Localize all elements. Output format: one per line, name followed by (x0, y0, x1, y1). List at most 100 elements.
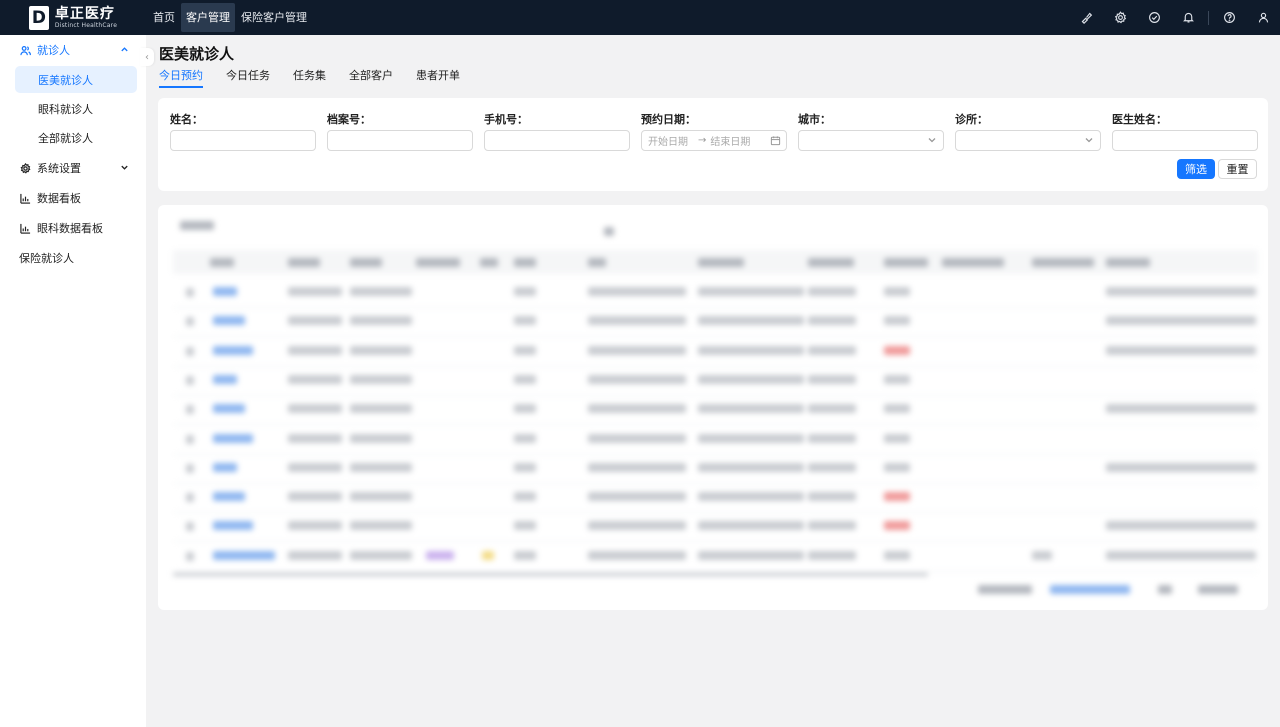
end-date-placeholder[interactable]: 结束日期 (710, 133, 750, 148)
doctor-name-input[interactable] (1112, 130, 1258, 151)
sidebar-item-label: 眼科数据看板 (37, 222, 103, 235)
filter-date: 预约日期： 开始日期 → 结束日期 (641, 111, 787, 151)
blurred-cell (808, 316, 856, 326)
filter-name-label: 姓名： (170, 113, 203, 126)
settings-icon[interactable] (1103, 0, 1137, 35)
blurred-header-cell (288, 258, 320, 267)
sidebar-collapse-button[interactable]: ‹ (140, 48, 154, 66)
blurred-patient-link (213, 374, 237, 384)
check-circle-icon[interactable] (1137, 0, 1171, 35)
top-nav: 首页 客户管理 保险客户管理 (148, 0, 313, 35)
blurred-patient-link (213, 492, 245, 502)
top-icon-bar (1069, 0, 1280, 35)
blurred-cell (698, 433, 804, 443)
blurred-cell (808, 550, 856, 560)
city-select[interactable] (798, 130, 944, 151)
tab-today-appointments[interactable]: 今日预约 (159, 67, 203, 88)
filter-date-label: 预约日期： (641, 113, 696, 126)
blurred-header-cell (514, 258, 536, 267)
tab-patient-orders[interactable]: 患者开单 (416, 67, 460, 85)
sidebar: 就诊人 医美就诊人 眼科就诊人 全部就诊人 系统设置 数据看板 眼科数据看板 保… (0, 35, 146, 727)
blurred-toolbar (604, 227, 614, 236)
sidebar-item-ophthalmology-dashboard[interactable]: 眼科数据看板 (0, 213, 146, 243)
blurred-cell (588, 521, 686, 531)
blurred-cell (698, 287, 804, 296)
table-horizontal-scrollbar[interactable] (173, 573, 928, 576)
blurred-cell (884, 374, 910, 384)
settings-icon (19, 162, 31, 174)
tab-all-customers[interactable]: 全部客户 (349, 67, 393, 85)
brand-logo[interactable]: D 卓正医疗 Distinct HealthCare (0, 0, 146, 35)
sidebar-item-data-dashboard[interactable]: 数据看板 (0, 183, 146, 213)
chevron-up-icon (120, 44, 130, 54)
blurred-cell (588, 345, 686, 355)
blurred-row-index (186, 522, 194, 532)
blurred-patient-link (213, 316, 245, 326)
sidebar-item-label: 数据看板 (37, 192, 81, 205)
sidebar-group-settings[interactable]: 系统设置 (0, 153, 146, 183)
blurred-cell (808, 287, 856, 296)
sidebar-item-all-patients[interactable]: 全部就诊人 (15, 124, 137, 151)
blurred-cell (884, 550, 910, 560)
sidebar-group-patients[interactable]: 就诊人 (0, 35, 146, 65)
topnav-customer-management[interactable]: 客户管理 (181, 3, 235, 32)
blurred-row-index (186, 288, 194, 297)
blurred-toolbar (180, 221, 214, 230)
sidebar-item-ophthalmology-patients[interactable]: 眼科就诊人 (15, 95, 137, 122)
blurred-cell (808, 404, 856, 414)
clinic-select[interactable] (955, 130, 1101, 151)
blurred-patient-link (213, 404, 245, 414)
blurred-cell (350, 404, 412, 414)
blurred-header-cell (350, 258, 382, 267)
filter-submit-button[interactable]: 筛选 (1177, 159, 1215, 179)
blurred-pagination (1198, 585, 1238, 594)
blurred-header-cell (588, 258, 606, 267)
row-separator (173, 482, 1258, 484)
row-separator (173, 336, 1258, 338)
blurred-cell (514, 433, 536, 443)
sidebar-group-label: 就诊人 (37, 44, 70, 57)
blurred-patient-link (213, 550, 275, 560)
blurred-cell (698, 521, 804, 531)
bar-chart-icon (19, 192, 31, 204)
blurred-cell (884, 462, 910, 472)
blurred-cell (588, 374, 686, 384)
sidebar-item-aesthetic-patients[interactable]: 医美就诊人 (15, 66, 137, 93)
blurred-cell (884, 345, 910, 355)
sidebar-item-label: 保险就诊人 (19, 252, 74, 265)
blurred-cell (288, 433, 342, 443)
blurred-cell (698, 345, 804, 355)
brush-icon[interactable] (1069, 0, 1103, 35)
blurred-header-cell (210, 258, 234, 267)
blurred-cell (482, 550, 494, 560)
topnav-home[interactable]: 首页 (148, 3, 180, 32)
phone-input[interactable] (484, 130, 630, 151)
blurred-patient-link (213, 287, 237, 296)
tab-today-tasks[interactable]: 今日任务 (226, 67, 270, 85)
filter-reset-button[interactable]: 重置 (1218, 159, 1257, 179)
tab-task-sets[interactable]: 任务集 (293, 67, 326, 85)
blurred-cell (514, 521, 536, 531)
topnav-insurance-customers[interactable]: 保险客户管理 (236, 3, 312, 32)
blurred-cell (350, 287, 412, 296)
blurred-cell (588, 433, 686, 443)
blurred-cell (698, 374, 804, 384)
filter-phone: 手机号： (484, 111, 630, 151)
chevron-down-icon (1084, 135, 1094, 145)
name-input[interactable] (170, 130, 316, 151)
blurred-row-index (186, 375, 194, 385)
file-no-input[interactable] (327, 130, 473, 151)
help-icon[interactable] (1212, 0, 1246, 35)
blurred-row-index (186, 346, 194, 356)
date-range-picker[interactable]: 开始日期 → 结束日期 (641, 130, 787, 151)
bell-icon[interactable] (1171, 0, 1205, 35)
blurred-cell (698, 316, 804, 326)
blurred-cell (514, 345, 536, 355)
start-date-placeholder[interactable]: 开始日期 (648, 133, 688, 148)
blurred-cell (1106, 462, 1256, 472)
sidebar-item-insurance-patients[interactable]: 保险就诊人 (0, 243, 146, 273)
blurred-patient-link (213, 433, 253, 443)
row-separator (173, 512, 1258, 514)
blurred-patient-link (213, 521, 253, 531)
user-icon[interactable] (1246, 0, 1280, 35)
